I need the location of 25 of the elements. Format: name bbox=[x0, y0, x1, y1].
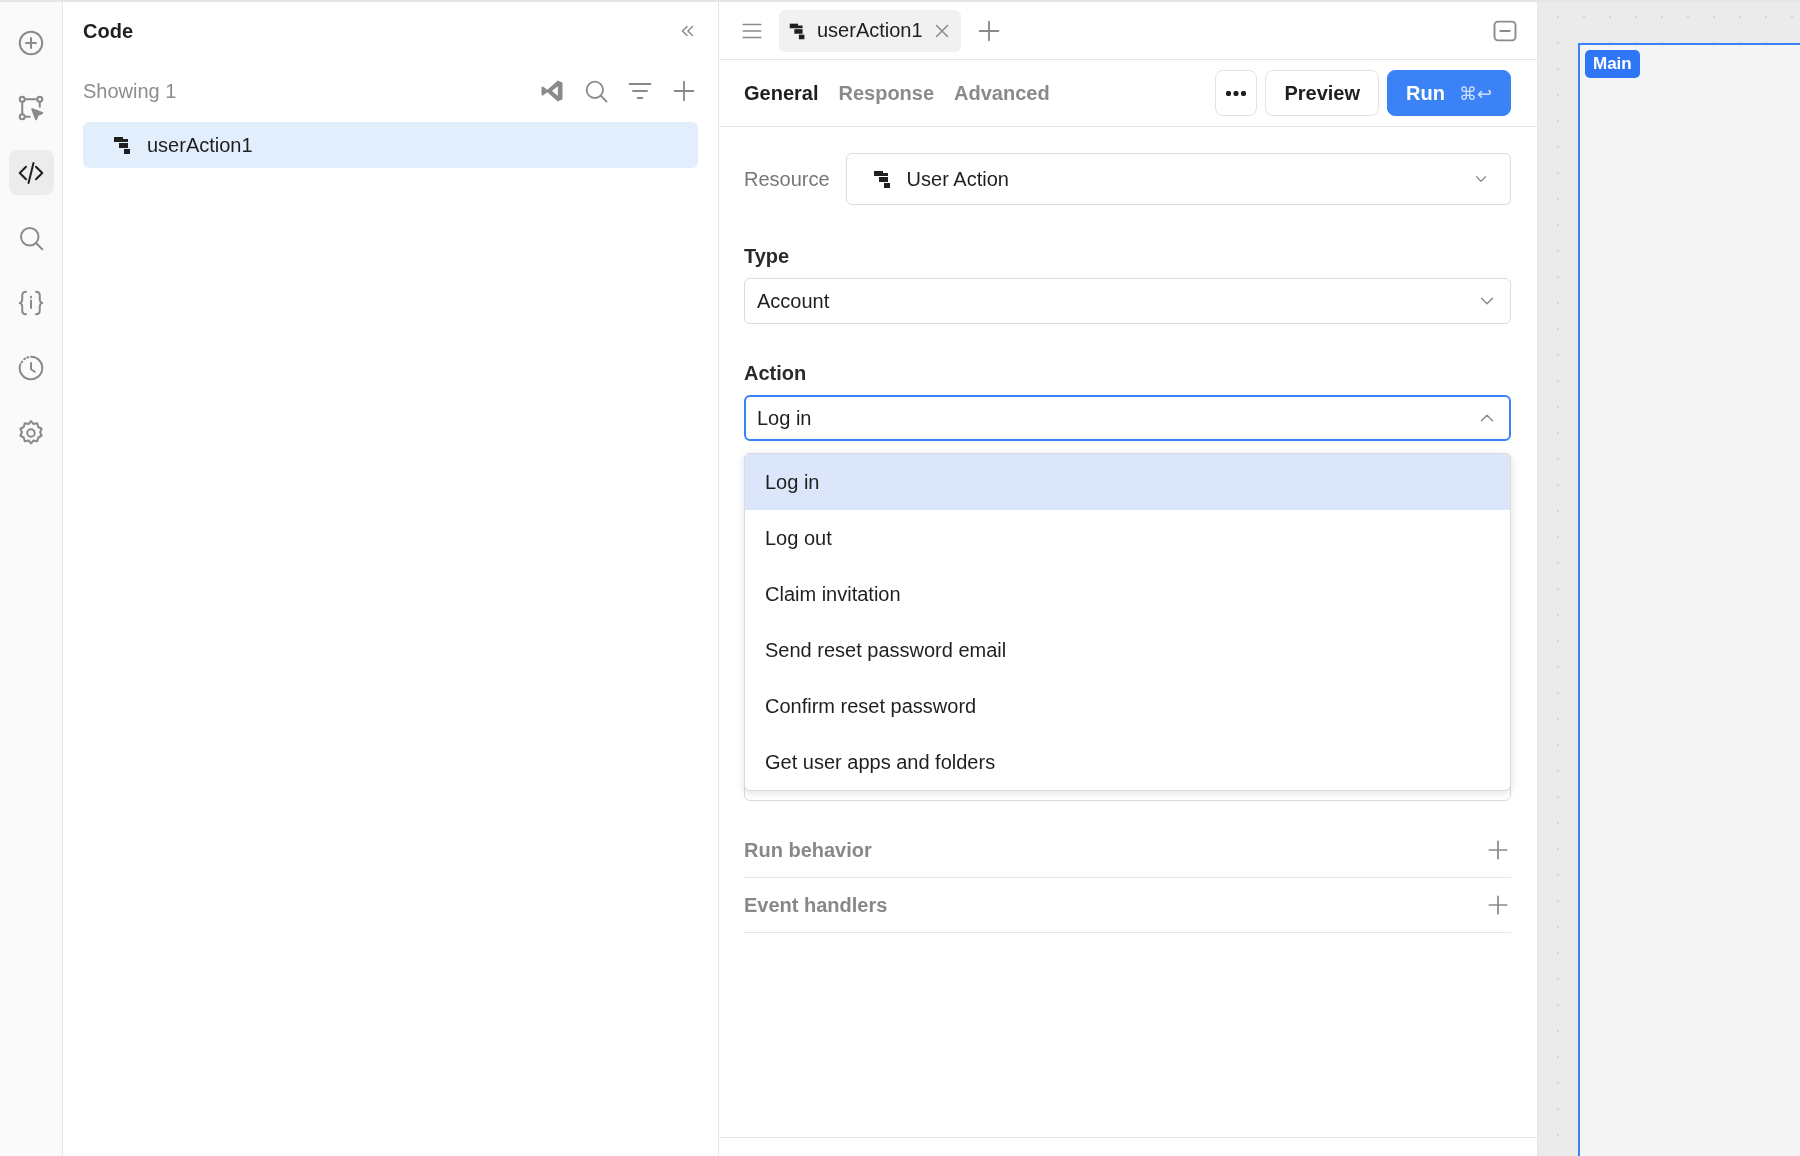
dropdown-option[interactable]: Log out bbox=[745, 510, 1510, 566]
run-button[interactable]: Run ⌘↩ bbox=[1387, 70, 1511, 116]
dropdown-option[interactable]: Send reset password email bbox=[745, 622, 1510, 678]
section-tab[interactable]: General bbox=[744, 81, 819, 105]
query-list-item[interactable]: userAction1 bbox=[83, 122, 698, 168]
dropdown-option[interactable]: Get user apps and folders bbox=[745, 734, 1510, 790]
more-icon bbox=[1226, 90, 1247, 96]
section-header: Run behavior bbox=[744, 838, 872, 862]
query-tab[interactable]: userAction1 bbox=[779, 9, 961, 52]
field-label: Resource bbox=[744, 167, 830, 191]
more-button[interactable] bbox=[1215, 70, 1258, 116]
field-label: Type bbox=[744, 245, 791, 268]
frame-label: Main bbox=[1585, 50, 1640, 78]
field-label: Action bbox=[744, 362, 808, 385]
dropdown-option[interactable]: Log in bbox=[745, 454, 1510, 510]
section-header: Event handlers bbox=[744, 893, 888, 917]
result-count: Showing 1 bbox=[83, 79, 177, 103]
preview-button[interactable]: Preview bbox=[1265, 70, 1379, 116]
dropdown-option[interactable]: Claim invitation bbox=[745, 566, 1510, 622]
resource-select[interactable]: User Action bbox=[845, 153, 1511, 205]
action-select[interactable]: Log in bbox=[744, 395, 1511, 441]
type-select[interactable]: Account bbox=[744, 278, 1511, 324]
dropdown-option[interactable]: Confirm reset password bbox=[745, 678, 1510, 734]
panel-title: Code bbox=[83, 19, 133, 43]
sidebar-code-button[interactable] bbox=[8, 150, 54, 195]
